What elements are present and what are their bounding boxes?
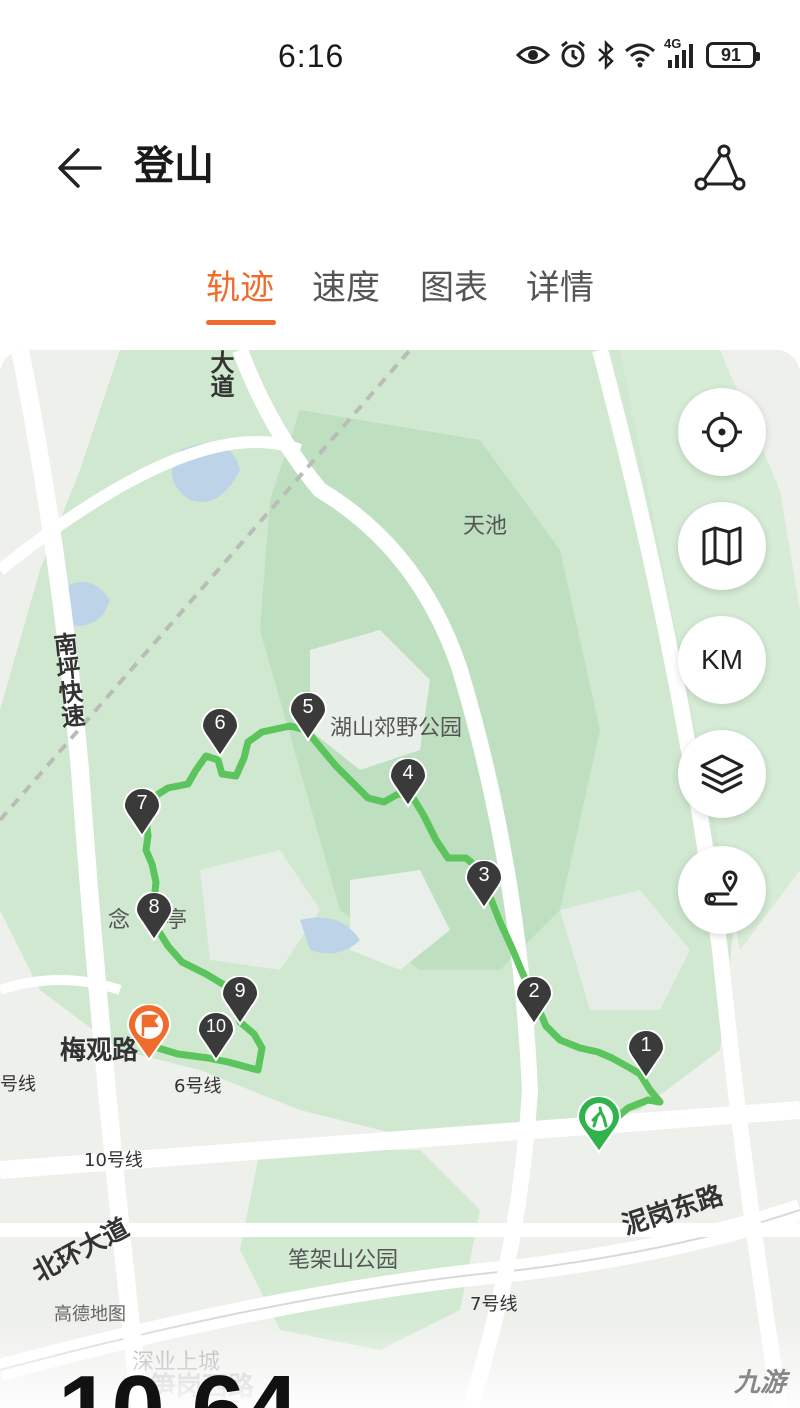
km-marker[interactable]: 5 — [288, 691, 328, 742]
label-line-7: 7号线 — [470, 1294, 518, 1315]
marker-label: 4 — [402, 762, 414, 784]
km-toggle-button[interactable]: KM — [678, 616, 766, 704]
arrow-left-icon — [58, 148, 102, 188]
route-share-button[interactable] — [692, 140, 748, 196]
km-marker[interactable]: 10 — [196, 1011, 236, 1062]
watermark: 九游 — [733, 1368, 786, 1398]
km-marker[interactable]: 8 — [134, 891, 174, 942]
tab-details[interactable]: 详情 — [526, 262, 594, 314]
locate-button[interactable] — [678, 388, 766, 476]
marker-label: 10 — [205, 1016, 227, 1036]
label-pavilion: 念 — [108, 908, 131, 933]
km-marker[interactable]: 7 — [122, 787, 162, 838]
tab-track[interactable]: 轨迹 — [206, 262, 274, 314]
header: 登山 — [0, 120, 800, 220]
signal-icon: 4G — [664, 36, 698, 70]
label-line-10: 10号线 — [84, 1150, 143, 1171]
battery-level: 91 — [720, 44, 742, 65]
start-marker[interactable] — [576, 1095, 622, 1154]
label-line-edge: 号线 — [0, 1074, 36, 1095]
page-title: 登山 — [134, 143, 214, 189]
wifi-icon — [625, 43, 655, 68]
km-marker[interactable]: 2 — [514, 975, 554, 1026]
marker-label: 7 — [136, 792, 148, 814]
km-marker[interactable]: 4 — [388, 757, 428, 808]
bluetooth-icon — [598, 40, 614, 70]
km-marker[interactable]: 3 — [464, 859, 504, 910]
marker-label: 2 — [528, 980, 540, 1002]
tab-chart[interactable]: 图表 — [420, 262, 488, 314]
label-bijiashan: 笔架山公园 — [288, 1248, 399, 1273]
route-share-icon — [694, 144, 746, 191]
active-tab-indicator — [206, 320, 276, 325]
label-park: 湖山郊野公园 — [330, 716, 463, 741]
marker-label: 8 — [148, 896, 160, 918]
layers-button[interactable] — [678, 730, 766, 818]
alarm-icon — [561, 40, 585, 68]
battery-icon: 91 — [706, 42, 760, 68]
locate-icon — [702, 412, 742, 452]
status-time: 6:16 — [278, 38, 345, 74]
marker-label: 1 — [640, 1034, 652, 1056]
route-pin-icon — [704, 870, 738, 906]
tab-bar: 轨迹 速度 图表 详情 — [0, 262, 800, 332]
amap-logo: 高德地图 — [54, 1304, 126, 1325]
screen: 6:16 4G 91 登山 轨迹 速度 图表 详情 天池 湖山郊野公园 念 亭 … — [0, 0, 800, 1408]
km-marker[interactable]: 6 — [200, 707, 240, 758]
map-view[interactable]: 天池 湖山郊野公园 念 亭 笔架山公园 6号线 10号线 7号线 号线 深业上城… — [0, 350, 800, 1408]
map-icon — [702, 526, 742, 566]
road-dadao: 大道 — [206, 350, 234, 398]
km-marker[interactable]: 1 — [626, 1029, 666, 1080]
distance-value: 10.64 — [58, 1362, 298, 1408]
marker-label: 9 — [234, 980, 246, 1002]
tab-speed[interactable]: 速度 — [312, 262, 380, 314]
route-pin-button[interactable] — [678, 846, 766, 934]
marker-label: 5 — [302, 696, 314, 718]
marker-label: 3 — [478, 864, 490, 886]
status-icons: 4G 91 — [516, 36, 760, 70]
status-bar: 6:16 4G 91 — [0, 0, 800, 120]
map-type-button[interactable] — [678, 502, 766, 590]
label-tianchi: 天池 — [463, 514, 508, 539]
back-button[interactable] — [52, 140, 108, 196]
km-label: KM — [701, 644, 743, 675]
label-line-6: 6号线 — [174, 1076, 222, 1097]
layers-icon — [700, 754, 744, 794]
end-marker[interactable] — [126, 1003, 172, 1062]
marker-label: 6 — [214, 712, 226, 734]
eye-icon — [516, 46, 550, 64]
